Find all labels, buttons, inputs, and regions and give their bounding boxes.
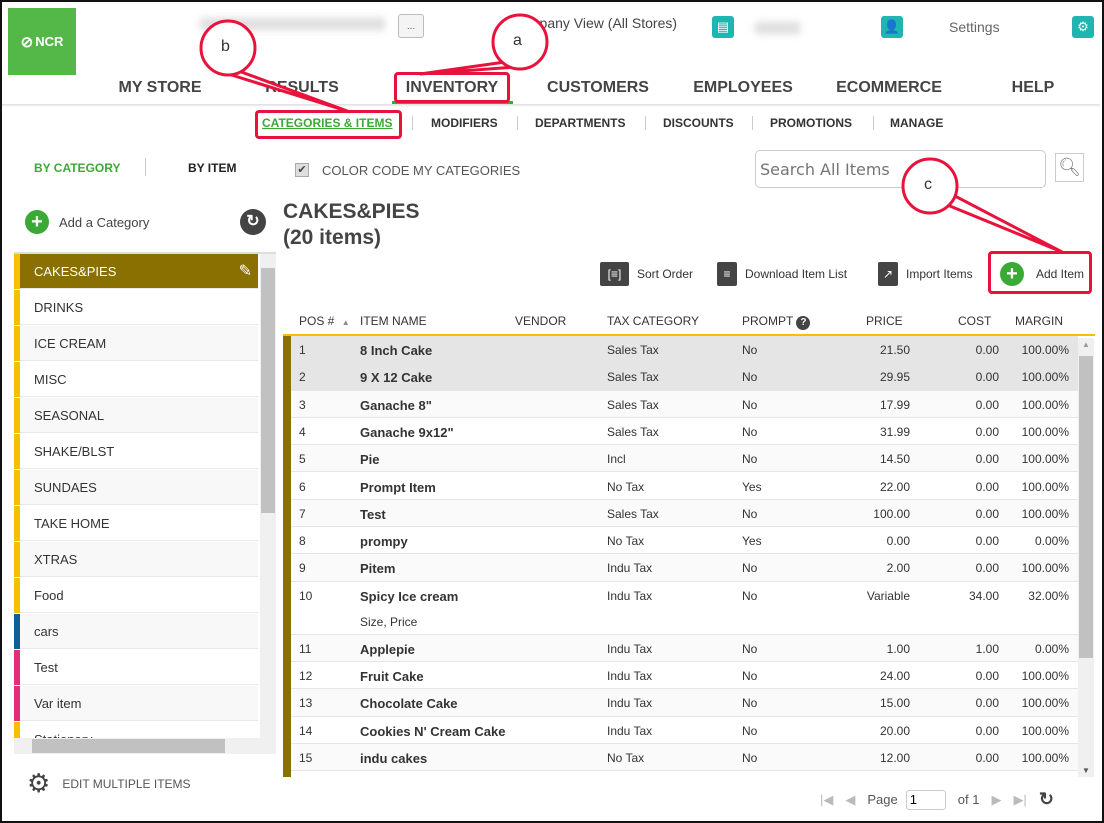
callout-a: a [513,32,522,49]
callout-c: c [924,176,932,193]
callout-b: b [221,38,230,55]
callout-overlay [199,13,1063,254]
